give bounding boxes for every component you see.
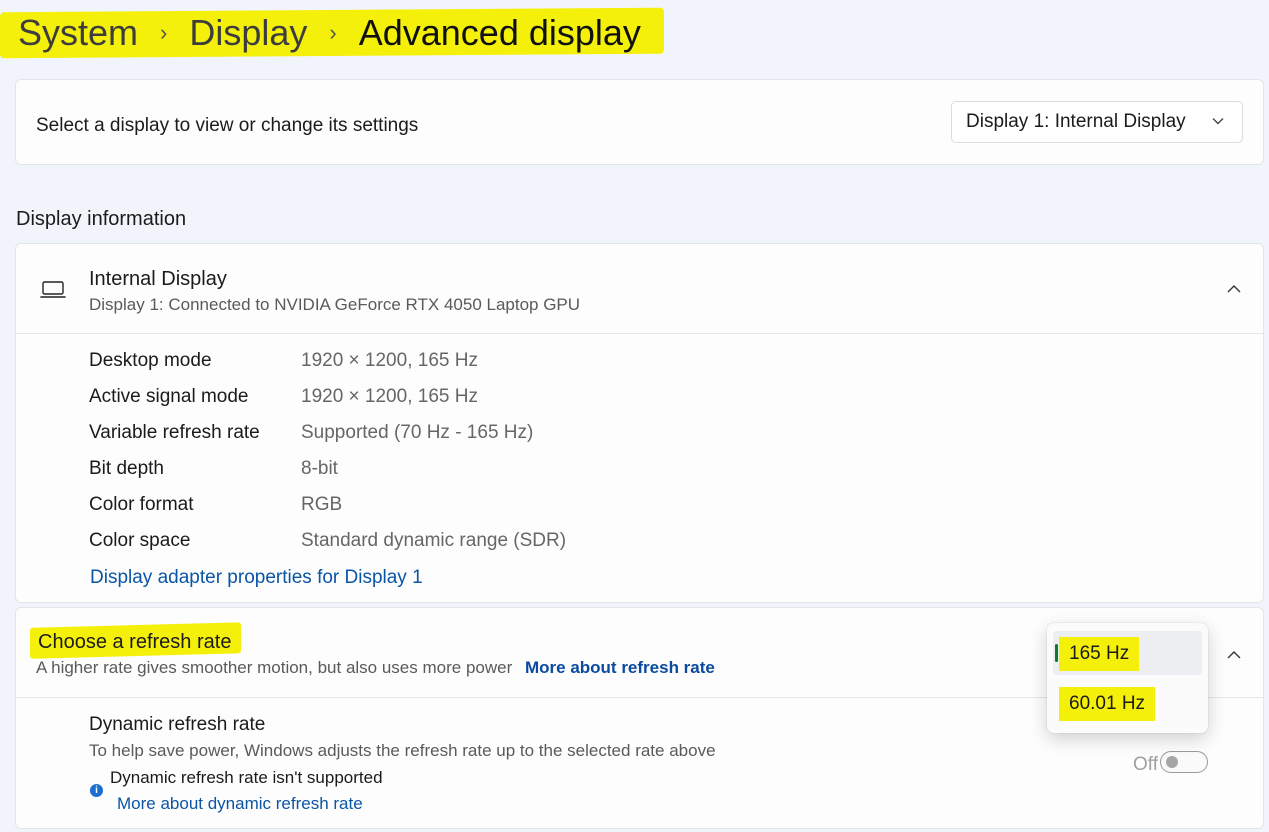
laptop-icon [40,280,66,300]
chevron-up-icon[interactable] [1227,280,1241,296]
info-icon: i [90,784,103,797]
display-info-header[interactable]: Internal Display Display 1: Connected to… [16,244,1263,334]
refresh-rate-description: A higher rate gives smoother motion, but… [36,658,513,677]
chevron-down-icon [1212,112,1224,128]
prop-value: 1920 × 1200, 165 Hz [301,386,478,407]
breadcrumb-separator-icon: › [160,20,168,45]
display-dropdown-value: Display 1: Internal Display [966,111,1186,132]
display-adapter-properties-link[interactable]: Display adapter properties for Display 1 [90,567,423,589]
breadcrumb-display[interactable]: Display [187,10,309,56]
breadcrumb-system[interactable]: System [16,10,140,56]
prop-value: Standard dynamic range (SDR) [301,530,567,551]
dynamic-refresh-toggle[interactable] [1160,751,1208,773]
prop-value: 1920 × 1200, 165 Hz [301,350,478,371]
display-select-label: Select a display to view or change its s… [36,115,419,136]
refresh-option-label: 60.01 Hz [1059,687,1156,721]
display-connection: Display 1: Connected to NVIDIA GeForce R… [89,295,581,314]
toggle-state-label: Off [1133,754,1158,775]
prop-label: Variable refresh rate [89,422,260,443]
display-name: Internal Display [89,268,227,290]
display-dropdown[interactable]: Display 1: Internal Display [951,101,1243,143]
breadcrumb-separator-icon: › [329,20,337,45]
more-about-dynamic-refresh-link[interactable]: More about dynamic refresh rate [117,794,363,814]
refresh-option-165[interactable]: 165 Hz [1053,631,1202,675]
chevron-up-icon[interactable] [1227,646,1241,662]
dynamic-refresh-warning: Dynamic refresh rate isn't supported [110,768,383,787]
prop-label: Color space [89,530,191,551]
dynamic-refresh-description: To help save power, Windows adjusts the … [89,741,716,760]
prop-value: 8-bit [301,458,338,479]
section-title-display-information: Display information [16,208,187,230]
refresh-option-60[interactable]: 60.01 Hz [1053,681,1202,725]
more-about-refresh-rate-link[interactable]: More about refresh rate [525,658,715,677]
display-info-card: Internal Display Display 1: Connected to… [15,243,1264,603]
toggle-knob [1166,756,1178,768]
refresh-rate-subtitle: A higher rate gives smoother motion, but… [36,658,715,678]
prop-value: RGB [301,494,343,515]
prop-label: Active signal mode [89,386,249,407]
prop-label: Bit depth [89,458,164,479]
refresh-option-label: 165 Hz [1059,637,1140,671]
prop-label: Color format [89,494,194,515]
refresh-rate-title: Choose a refresh rate [30,622,242,659]
prop-label: Desktop mode [89,350,212,371]
breadcrumb: System › Display › Advanced display [16,8,643,58]
page-title: Advanced display [358,12,641,53]
prop-value: Supported (70 Hz - 165 Hz) [301,422,534,443]
dynamic-refresh-title: Dynamic refresh rate [89,714,266,735]
refresh-rate-dropdown-list: 165 Hz 60.01 Hz [1047,623,1208,733]
selection-indicator [1055,644,1058,662]
display-select-card: Select a display to view or change its s… [15,79,1264,165]
refresh-rate-title-text: Choose a refresh rate [38,631,232,653]
